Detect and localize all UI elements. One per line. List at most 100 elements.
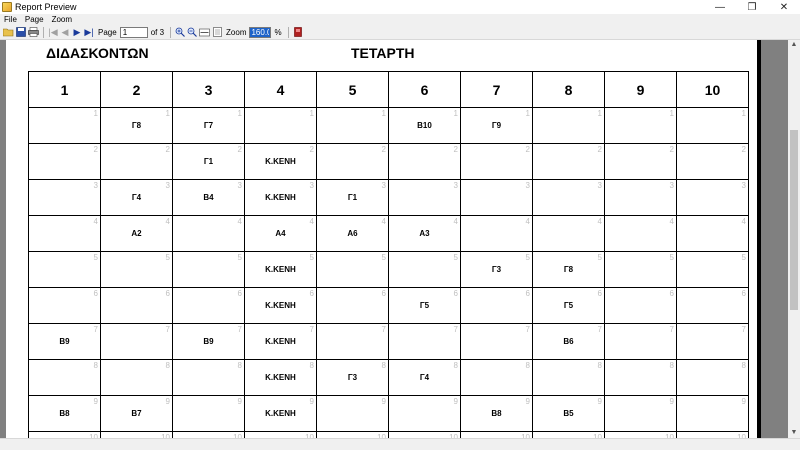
schedule-cell: 2 [100, 143, 173, 180]
horizontal-scrollbar[interactable] [0, 438, 800, 450]
schedule-cell: 1 [532, 107, 605, 144]
fit-page-icon[interactable] [212, 26, 222, 38]
exit-icon[interactable] [293, 26, 303, 38]
scroll-down-icon[interactable]: ▼ [788, 428, 800, 438]
period-number: 9 [165, 397, 170, 406]
period-number: 3 [165, 181, 170, 190]
schedule-cell: 4 Α3 [388, 215, 461, 252]
class-label: Β6 [563, 337, 574, 346]
open-folder-icon[interactable] [3, 26, 14, 38]
period-number: 2 [309, 145, 314, 154]
column-header: 10 [676, 71, 749, 108]
class-label: Κ.ΚΕΝΗ [265, 265, 296, 274]
class-label: Γ1 [203, 157, 214, 166]
schedule-cell: 5 Κ.ΚΕΝΗ [244, 251, 317, 288]
class-label: Α6 [347, 229, 358, 238]
class-label: Β10 [417, 121, 432, 130]
preview-viewport: ΔΙΔΑΣΚΟΝΤΩΝ ΤΕΤΑΡΤΗ 1 2 3 4 5 6 7 8 9 10 1 1 Γ8 1 Γ7 1… [0, 40, 788, 438]
schedule-cell: 7 Β9 [28, 323, 101, 360]
column-header: 5 [316, 71, 389, 108]
period-number: 1 [597, 109, 602, 118]
schedule-cell: 8 [532, 359, 605, 396]
period-number: 7 [237, 325, 242, 334]
schedule-cell: 7 [604, 323, 677, 360]
period-number: 2 [93, 145, 98, 154]
zoom-out-icon[interactable] [187, 26, 197, 38]
period-number: 8 [453, 361, 458, 370]
table-row: 3 3 Γ4 3 Β4 3 Κ.ΚΕΝΗ 3 Γ1 3 3 3 3 3 [28, 179, 749, 216]
period-number: 7 [453, 325, 458, 334]
schedule-cell: 2 [316, 143, 389, 180]
page-count-label: of 3 [150, 27, 165, 37]
class-label: Β8 [491, 409, 502, 418]
schedule-cell: 1 Β10 [388, 107, 461, 144]
period-number: 7 [597, 325, 602, 334]
period-number: 1 [93, 109, 98, 118]
period-number: 1 [237, 109, 242, 118]
schedule-cell: 5 [604, 251, 677, 288]
save-icon[interactable] [16, 26, 26, 38]
vertical-scrollbar[interactable]: ▲ ▼ [788, 40, 800, 438]
period-number: 5 [597, 253, 602, 262]
report-page: ΔΙΔΑΣΚΟΝΤΩΝ ΤΕΤΑΡΤΗ 1 2 3 4 5 6 7 8 9 10 1 1 Γ8 1 Γ7 1… [6, 40, 757, 438]
page-label: Page [98, 27, 117, 37]
schedule-cell: 7 Β6 [532, 323, 605, 360]
class-label: Β9 [59, 337, 70, 346]
period-number: 8 [741, 361, 746, 370]
schedule-cell: 3 Γ4 [100, 179, 173, 216]
schedule-cell: 6 Γ5 [532, 287, 605, 324]
class-label: Γ1 [347, 193, 358, 202]
table-header-row: 1 2 3 4 5 6 7 8 9 10 [28, 71, 749, 108]
schedule-cell: 4 [676, 215, 749, 252]
schedule-cell: 1 [28, 107, 101, 144]
schedule-cell: 3 Β4 [172, 179, 245, 216]
first-page-icon[interactable]: |◀ [48, 26, 58, 38]
close-button[interactable]: ✕ [768, 0, 800, 14]
period-number: 6 [381, 289, 386, 298]
period-number: 2 [597, 145, 602, 154]
app-icon [2, 2, 12, 12]
schedule-cell: 5 [172, 251, 245, 288]
class-label: Β8 [59, 409, 70, 418]
prev-page-icon[interactable]: ◀ [60, 26, 70, 38]
period-number: 2 [237, 145, 242, 154]
menu-file[interactable]: File [0, 15, 21, 24]
period-number: 5 [453, 253, 458, 262]
period-number: 8 [525, 361, 530, 370]
scroll-thumb[interactable] [790, 130, 798, 310]
class-label: Γ3 [347, 373, 358, 382]
schedule-cell: 6 [604, 287, 677, 324]
period-number: 9 [309, 397, 314, 406]
schedule-cell: 4 [460, 215, 533, 252]
next-page-icon[interactable]: ▶ [72, 26, 82, 38]
schedule-cell: 8 [604, 359, 677, 396]
schedule-cell: 2 [28, 143, 101, 180]
zoom-in-icon[interactable] [175, 26, 185, 38]
schedule-cell: 3 [388, 179, 461, 216]
schedule-cell: 9 Κ.ΚΕΝΗ [244, 395, 317, 432]
schedule-cell: 6 [316, 287, 389, 324]
class-label: Κ.ΚΕΝΗ [265, 193, 296, 202]
page-number-input[interactable] [119, 26, 148, 38]
last-page-icon[interactable]: ▶| [84, 26, 94, 38]
table-row: 1 1 Γ8 1 Γ7 1 1 1 Β10 1 Γ9 1 1 1 [28, 107, 749, 144]
print-icon[interactable] [28, 26, 39, 38]
menu-page[interactable]: Page [21, 15, 48, 24]
schedule-cell: 4 [28, 215, 101, 252]
period-number: 6 [741, 289, 746, 298]
scroll-up-icon[interactable]: ▲ [788, 40, 800, 50]
period-number: 1 [741, 109, 746, 118]
zoom-input[interactable] [249, 26, 272, 38]
period-number: 3 [741, 181, 746, 190]
period-number: 8 [165, 361, 170, 370]
fit-width-icon[interactable] [199, 26, 210, 38]
schedule-cell: 9 [316, 395, 389, 432]
menu-zoom[interactable]: Zoom [48, 15, 76, 24]
schedule-cell: 5 [388, 251, 461, 288]
minimize-button[interactable]: — [704, 0, 736, 14]
restore-button[interactable]: ❐ [736, 0, 768, 14]
period-number: 5 [381, 253, 386, 262]
table-row: 5 5 5 5 Κ.ΚΕΝΗ 5 5 5 Γ3 5 Γ8 5 5 [28, 251, 749, 288]
class-label: Γ3 [491, 265, 502, 274]
schedule-cell: 7 [388, 323, 461, 360]
